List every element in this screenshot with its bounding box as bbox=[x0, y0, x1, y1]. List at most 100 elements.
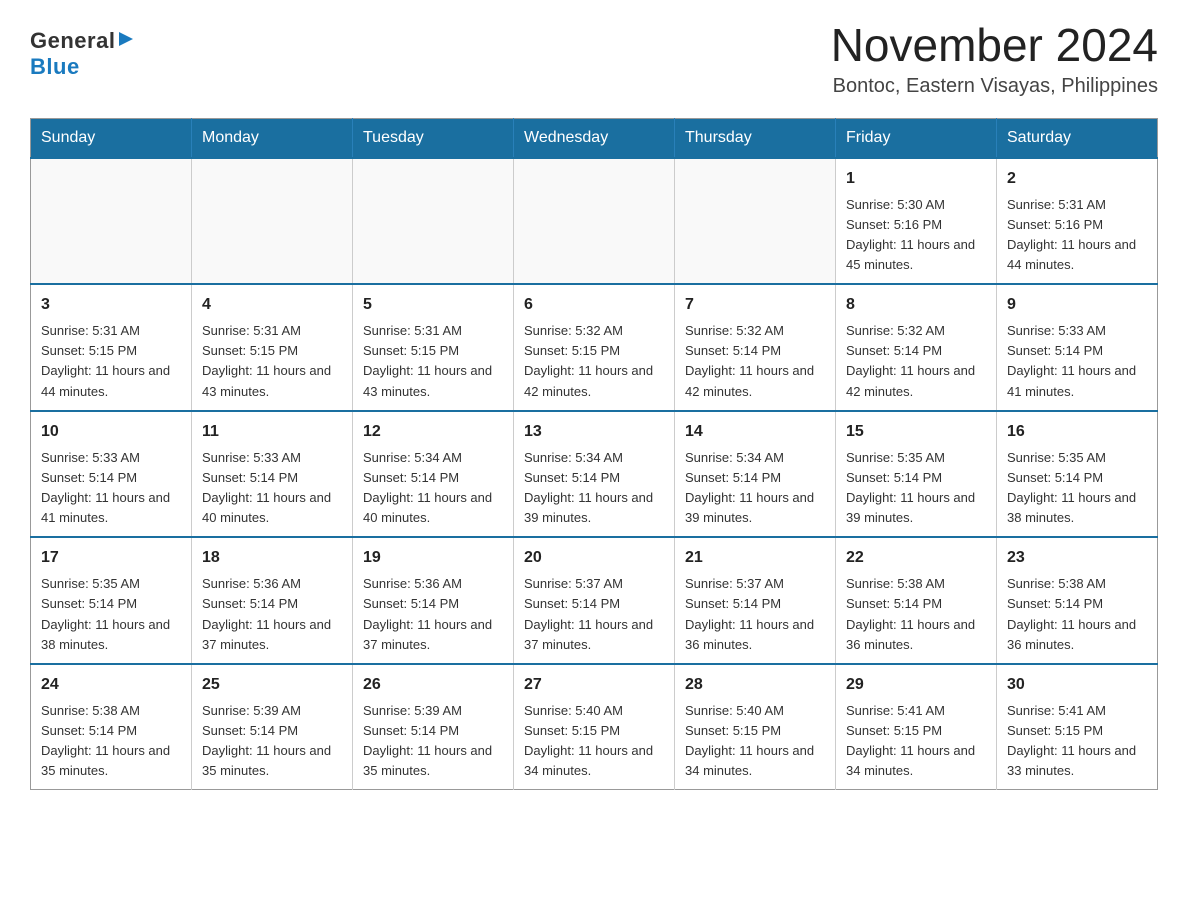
weekday-header-wednesday: Wednesday bbox=[514, 118, 675, 158]
day-info: Sunrise: 5:40 AMSunset: 5:15 PMDaylight:… bbox=[685, 701, 825, 782]
day-number: 27 bbox=[524, 673, 664, 697]
calendar-cell: 27Sunrise: 5:40 AMSunset: 5:15 PMDayligh… bbox=[514, 664, 675, 790]
day-number: 2 bbox=[1007, 167, 1147, 191]
day-info: Sunrise: 5:38 AMSunset: 5:14 PMDaylight:… bbox=[1007, 574, 1147, 655]
day-info: Sunrise: 5:31 AMSunset: 5:15 PMDaylight:… bbox=[363, 321, 503, 402]
day-info: Sunrise: 5:33 AMSunset: 5:14 PMDaylight:… bbox=[41, 448, 181, 529]
calendar-week-row: 17 Sunrise: 5:35 AMSunset: 5:14 PMDayligh… bbox=[31, 537, 1158, 664]
day-number: 1 bbox=[846, 167, 986, 191]
logo-arrow-icon bbox=[117, 30, 135, 48]
calendar-cell: 17 Sunrise: 5:35 AMSunset: 5:14 PMDayligh… bbox=[31, 537, 192, 664]
day-info: Sunrise: 5:33 AMSunset: 5:14 PMDaylight:… bbox=[1007, 321, 1147, 402]
logo-general: General bbox=[30, 28, 115, 54]
calendar-cell: 1 Sunrise: 5:30 AMSunset: 5:16 PMDaylight… bbox=[836, 158, 997, 285]
calendar-cell: 11 Sunrise: 5:33 AMSunset: 5:14 PMDayligh… bbox=[192, 411, 353, 538]
day-info: Sunrise: 5:39 AMSunset: 5:14 PMDaylight:… bbox=[202, 701, 342, 782]
day-number: 6 bbox=[524, 293, 664, 317]
day-info: Sunrise: 5:32 AMSunset: 5:14 PMDaylight:… bbox=[685, 321, 825, 402]
weekday-header-saturday: Saturday bbox=[997, 118, 1158, 158]
day-number: 17 bbox=[41, 546, 181, 570]
weekday-header-friday: Friday bbox=[836, 118, 997, 158]
day-info: Sunrise: 5:35 AMSunset: 5:14 PMDaylight:… bbox=[41, 574, 181, 655]
day-number: 24 bbox=[41, 673, 181, 697]
calendar-cell: 20Sunrise: 5:37 AMSunset: 5:14 PMDayligh… bbox=[514, 537, 675, 664]
day-number: 22 bbox=[846, 546, 986, 570]
day-info: Sunrise: 5:31 AMSunset: 5:16 PMDaylight:… bbox=[1007, 195, 1147, 276]
weekday-header-tuesday: Tuesday bbox=[353, 118, 514, 158]
location-title: Bontoc, Eastern Visayas, Philippines bbox=[831, 75, 1158, 98]
calendar-cell: 7 Sunrise: 5:32 AMSunset: 5:14 PMDaylight… bbox=[675, 284, 836, 411]
day-number: 21 bbox=[685, 546, 825, 570]
day-info: Sunrise: 5:38 AMSunset: 5:14 PMDaylight:… bbox=[41, 701, 181, 782]
calendar-cell: 12 Sunrise: 5:34 AMSunset: 5:14 PMDayligh… bbox=[353, 411, 514, 538]
calendar-cell: 19 Sunrise: 5:36 AMSunset: 5:14 PMDayligh… bbox=[353, 537, 514, 664]
calendar-cell: 30Sunrise: 5:41 AMSunset: 5:15 PMDayligh… bbox=[997, 664, 1158, 790]
day-number: 14 bbox=[685, 420, 825, 444]
calendar-cell: 4Sunrise: 5:31 AMSunset: 5:15 PMDaylight… bbox=[192, 284, 353, 411]
calendar-week-row: 1 Sunrise: 5:30 AMSunset: 5:16 PMDaylight… bbox=[31, 158, 1158, 285]
day-info: Sunrise: 5:35 AMSunset: 5:14 PMDaylight:… bbox=[1007, 448, 1147, 529]
logo: General Blue bbox=[30, 20, 135, 80]
day-number: 18 bbox=[202, 546, 342, 570]
calendar-cell: 9Sunrise: 5:33 AMSunset: 5:14 PMDaylight… bbox=[997, 284, 1158, 411]
day-info: Sunrise: 5:41 AMSunset: 5:15 PMDaylight:… bbox=[1007, 701, 1147, 782]
day-number: 11 bbox=[202, 420, 342, 444]
day-info: Sunrise: 5:34 AMSunset: 5:14 PMDaylight:… bbox=[363, 448, 503, 529]
day-info: Sunrise: 5:37 AMSunset: 5:14 PMDaylight:… bbox=[524, 574, 664, 655]
month-title: November 2024 bbox=[831, 20, 1158, 71]
calendar-cell: 23 Sunrise: 5:38 AMSunset: 5:14 PMDayligh… bbox=[997, 537, 1158, 664]
day-info: Sunrise: 5:30 AMSunset: 5:16 PMDaylight:… bbox=[846, 195, 986, 276]
day-info: Sunrise: 5:33 AMSunset: 5:14 PMDaylight:… bbox=[202, 448, 342, 529]
calendar-cell: 25Sunrise: 5:39 AMSunset: 5:14 PMDayligh… bbox=[192, 664, 353, 790]
calendar-cell bbox=[192, 158, 353, 285]
day-number: 13 bbox=[524, 420, 664, 444]
calendar-cell: 10 Sunrise: 5:33 AMSunset: 5:14 PMDayligh… bbox=[31, 411, 192, 538]
day-info: Sunrise: 5:41 AMSunset: 5:15 PMDaylight:… bbox=[846, 701, 986, 782]
calendar-week-row: 24 Sunrise: 5:38 AMSunset: 5:14 PMDayligh… bbox=[31, 664, 1158, 790]
calendar-cell: 22 Sunrise: 5:38 AMSunset: 5:14 PMDayligh… bbox=[836, 537, 997, 664]
calendar-cell bbox=[675, 158, 836, 285]
day-number: 16 bbox=[1007, 420, 1147, 444]
day-number: 8 bbox=[846, 293, 986, 317]
calendar-cell bbox=[353, 158, 514, 285]
calendar-cell: 3 Sunrise: 5:31 AMSunset: 5:15 PMDaylight… bbox=[31, 284, 192, 411]
calendar-cell: 26Sunrise: 5:39 AMSunset: 5:14 PMDayligh… bbox=[353, 664, 514, 790]
calendar-cell: 15Sunrise: 5:35 AMSunset: 5:14 PMDayligh… bbox=[836, 411, 997, 538]
logo-blue: Blue bbox=[30, 54, 80, 79]
calendar-cell bbox=[31, 158, 192, 285]
day-number: 26 bbox=[363, 673, 503, 697]
day-info: Sunrise: 5:34 AMSunset: 5:14 PMDaylight:… bbox=[524, 448, 664, 529]
calendar-cell: 8 Sunrise: 5:32 AMSunset: 5:14 PMDaylight… bbox=[836, 284, 997, 411]
calendar-cell bbox=[514, 158, 675, 285]
page-header: General Blue November 2024 Bontoc, Easte… bbox=[30, 20, 1158, 98]
calendar-cell: 2 Sunrise: 5:31 AMSunset: 5:16 PMDaylight… bbox=[997, 158, 1158, 285]
calendar-cell: 29Sunrise: 5:41 AMSunset: 5:15 PMDayligh… bbox=[836, 664, 997, 790]
day-number: 4 bbox=[202, 293, 342, 317]
day-info: Sunrise: 5:38 AMSunset: 5:14 PMDaylight:… bbox=[846, 574, 986, 655]
day-info: Sunrise: 5:32 AMSunset: 5:14 PMDaylight:… bbox=[846, 321, 986, 402]
calendar-cell: 13 Sunrise: 5:34 AMSunset: 5:14 PMDayligh… bbox=[514, 411, 675, 538]
day-number: 19 bbox=[363, 546, 503, 570]
day-number: 12 bbox=[363, 420, 503, 444]
day-number: 23 bbox=[1007, 546, 1147, 570]
day-number: 5 bbox=[363, 293, 503, 317]
day-number: 10 bbox=[41, 420, 181, 444]
calendar-cell: 16 Sunrise: 5:35 AMSunset: 5:14 PMDayligh… bbox=[997, 411, 1158, 538]
day-number: 15 bbox=[846, 420, 986, 444]
day-number: 7 bbox=[685, 293, 825, 317]
day-info: Sunrise: 5:31 AMSunset: 5:15 PMDaylight:… bbox=[41, 321, 181, 402]
day-number: 3 bbox=[41, 293, 181, 317]
weekday-header-sunday: Sunday bbox=[31, 118, 192, 158]
calendar-cell: 18 Sunrise: 5:36 AMSunset: 5:14 PMDayligh… bbox=[192, 537, 353, 664]
title-area: November 2024 Bontoc, Eastern Visayas, P… bbox=[831, 20, 1158, 98]
calendar-cell: 5 Sunrise: 5:31 AMSunset: 5:15 PMDaylight… bbox=[353, 284, 514, 411]
calendar-week-row: 10 Sunrise: 5:33 AMSunset: 5:14 PMDayligh… bbox=[31, 411, 1158, 538]
calendar-cell: 28Sunrise: 5:40 AMSunset: 5:15 PMDayligh… bbox=[675, 664, 836, 790]
day-info: Sunrise: 5:36 AMSunset: 5:14 PMDaylight:… bbox=[363, 574, 503, 655]
day-info: Sunrise: 5:37 AMSunset: 5:14 PMDaylight:… bbox=[685, 574, 825, 655]
calendar-header-row: SundayMondayTuesdayWednesdayThursdayFrid… bbox=[31, 118, 1158, 158]
calendar-cell: 24 Sunrise: 5:38 AMSunset: 5:14 PMDayligh… bbox=[31, 664, 192, 790]
calendar-cell: 14Sunrise: 5:34 AMSunset: 5:14 PMDayligh… bbox=[675, 411, 836, 538]
day-info: Sunrise: 5:32 AMSunset: 5:15 PMDaylight:… bbox=[524, 321, 664, 402]
day-info: Sunrise: 5:36 AMSunset: 5:14 PMDaylight:… bbox=[202, 574, 342, 655]
